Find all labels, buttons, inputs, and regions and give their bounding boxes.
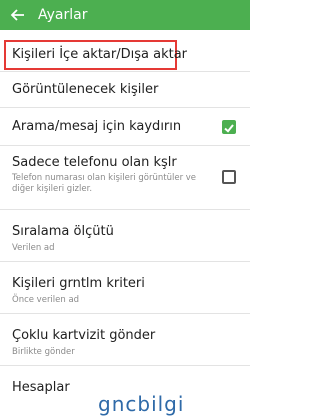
item-subtitle: Telefon numarası olan kişileri görüntüle… [12,173,197,194]
app-bar: Ayarlar [0,0,250,30]
back-arrow-icon[interactable] [10,5,30,25]
item-title: Görüntülenecek kişiler [12,82,159,97]
item-title: Sadece telefonu olan kşlr [12,155,177,170]
settings-list: Kişileri İçe aktar/Dışa aktar Görüntülen… [0,30,250,414]
item-subtitle: Verilen ad [12,243,55,253]
settings-item-import-export[interactable]: Kişileri İçe aktar/Dışa aktar [0,30,250,72]
item-title: Sıralama ölçütü [12,224,114,239]
page-title: Ayarlar [38,7,88,23]
watermark-logo: gncbilgi [98,392,185,416]
item-title: Hesaplar [12,380,70,395]
checkbox-checked[interactable] [222,120,236,134]
settings-item-sort-by[interactable]: Sıralama ölçütü Verilen ad [0,210,250,262]
item-title: Kişileri İçe aktar/Dışa aktar [12,47,188,62]
item-title: Çoklu kartvizit gönder [12,328,156,343]
item-title: Arama/mesaj için kaydırın [12,119,182,134]
settings-item-contacts-to-display[interactable]: Görüntülenecek kişiler [0,72,250,108]
settings-item-swipe-to-call[interactable]: Arama/mesaj için kaydırın [0,108,250,146]
item-title: Kişileri grntlm kriteri [12,276,145,291]
settings-item-only-with-phone[interactable]: Sadece telefonu olan kşlr Telefon numara… [0,146,250,210]
settings-item-display-criteria[interactable]: Kişileri grntlm kriteri Önce verilen ad [0,262,250,314]
settings-item-send-multiple-vcards[interactable]: Çoklu kartvizit gönder Birlikte gönder [0,314,250,366]
checkbox-unchecked[interactable] [222,170,236,184]
item-subtitle: Önce verilen ad [12,295,80,305]
item-subtitle: Birlikte gönder [12,347,75,357]
check-icon [224,124,234,133]
